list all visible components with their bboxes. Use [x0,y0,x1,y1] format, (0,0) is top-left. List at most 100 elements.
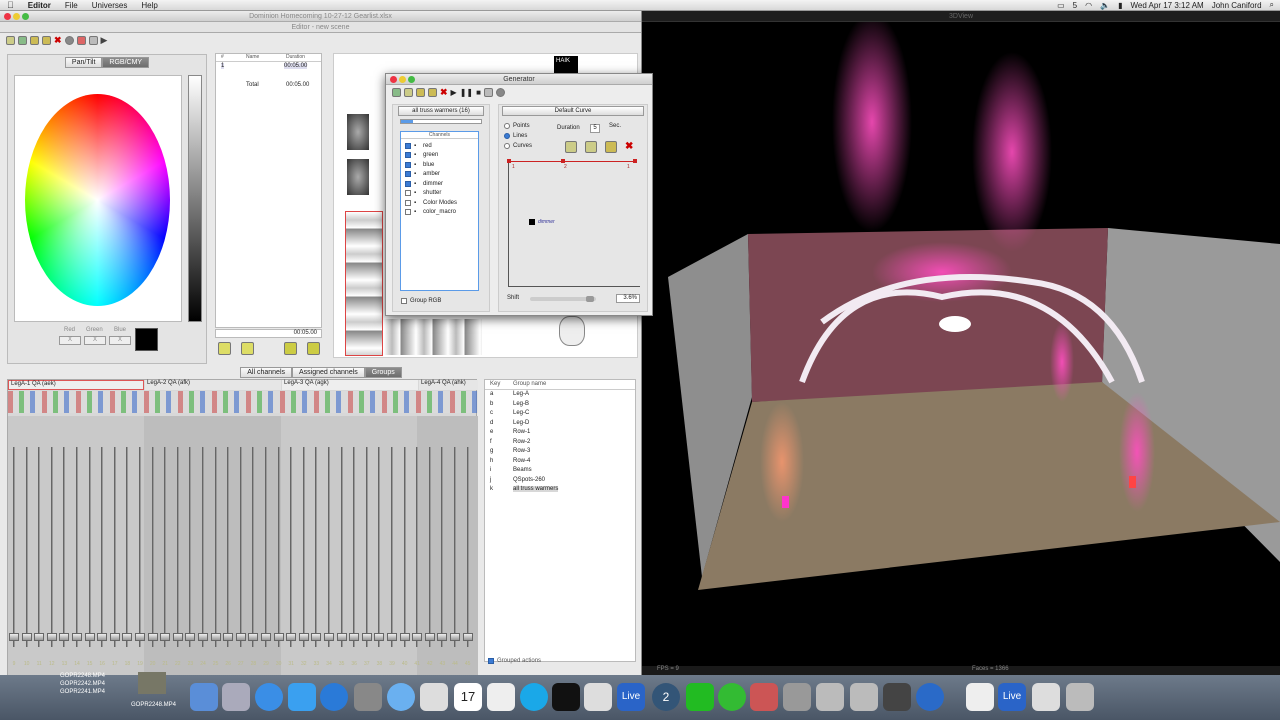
menu-help[interactable]: Help [134,1,164,10]
volume-icon[interactable]: 🔈 [1100,1,1110,10]
paste-icon[interactable] [428,87,437,97]
channel-fader[interactable]: 18 [122,447,133,669]
fader-knob[interactable] [424,633,435,641]
channel-fader[interactable]: 14 [72,447,82,669]
minimize-window-button[interactable] [13,13,20,20]
video-thumbnail[interactable] [138,672,166,694]
group-row[interactable]: b Leg-B [485,399,635,409]
folder-icon[interactable] [1032,683,1060,711]
document-icon[interactable] [966,683,994,711]
channel-fader[interactable]: 34 [324,447,334,669]
file-label[interactable]: GOPR2241.MP4 [60,688,105,696]
moving-head-icon[interactable] [347,114,369,150]
tab-all-channels[interactable]: All channels [240,367,292,378]
group-row[interactable]: h Row-4 [485,456,635,466]
move-down-icon[interactable] [241,342,254,355]
wifi-icon[interactable]: ◠ [1085,1,1092,10]
channel-checkbox[interactable] [405,161,411,168]
fader-knob[interactable] [160,633,171,641]
fader-knob[interactable] [172,633,183,641]
channel-fader[interactable]: 22 [172,447,183,669]
camera-icon[interactable] [783,683,811,711]
led-wash-icon[interactable] [347,159,369,195]
finder-icon[interactable] [190,683,218,711]
channel-row[interactable]: ▪ color_macro [401,208,478,218]
spaces-icon[interactable]: 2 [652,683,680,711]
effects-icon[interactable] [76,35,86,45]
group-row[interactable]: d Leg-D [485,418,635,428]
gear-icon[interactable] [495,87,505,97]
zoom-window-button[interactable] [22,13,29,20]
channel-fader[interactable]: 44 [450,447,460,669]
brightness-slider[interactable] [188,75,202,322]
fader-knob[interactable] [210,633,221,641]
curve-select[interactable]: Default Curve [502,106,644,116]
channel-fader[interactable]: 38 [374,447,385,669]
channel-fader[interactable]: 30 [273,447,284,669]
fader-knob[interactable] [223,633,234,641]
close-window-button[interactable] [390,76,397,83]
contacts-icon[interactable] [420,683,448,711]
channel-fader[interactable]: 32 [298,447,309,669]
channel-fader[interactable]: 40 [399,447,410,669]
fader-knob[interactable] [387,633,397,641]
fader-knob[interactable] [462,633,473,641]
fader-knob[interactable] [235,633,246,641]
menu-app[interactable]: Editor [21,1,58,10]
fader-knob[interactable] [46,633,57,641]
channel-fader[interactable]: 25 [210,447,221,669]
grouped-actions[interactable]: Grouped actions [488,658,541,664]
group-row[interactable]: j QSpots-260 [485,475,635,485]
fader-knob[interactable] [324,633,334,641]
delete-point-icon[interactable]: ✖ [625,141,633,153]
add-point-icon[interactable] [565,141,577,153]
notes-icon[interactable] [487,683,515,711]
paste-icon[interactable] [42,35,51,45]
system-preferences-icon[interactable] [354,683,382,711]
fader-knob[interactable] [450,633,460,641]
edit-icon[interactable] [404,87,413,97]
gear-icon[interactable] [64,35,74,45]
red-field[interactable]: X [59,336,81,345]
tab-rgb-cmy[interactable]: RGB/CMY [102,57,150,68]
group-row[interactable]: g Row-3 [485,447,635,457]
move-up-icon[interactable] [218,342,231,355]
fader-knob[interactable] [361,633,372,641]
lighting-app-icon[interactable] [750,683,778,711]
channel-fader[interactable]: 23 [185,447,196,669]
menu-file[interactable]: File [58,1,85,10]
fader-knob[interactable] [311,633,322,641]
battery-icon[interactable]: ▮ [1118,1,1122,10]
group-row[interactable]: f Row-2 [485,437,635,447]
grid-app-icon[interactable] [552,683,580,711]
mode-points[interactable]: Points [504,121,532,131]
fader-knob[interactable] [298,633,309,641]
safari-icon[interactable] [255,683,283,711]
app-store-icon[interactable] [288,683,316,711]
step-duration[interactable]: 00:05.00 [284,63,308,69]
delete-icon[interactable]: ✖ [54,35,62,46]
fixture-outline-icon[interactable] [559,316,585,346]
skype-icon[interactable] [520,683,548,711]
channel-icons[interactable] [8,391,478,413]
fader-knob[interactable] [248,633,259,641]
channel-fader[interactable]: 43 [437,447,448,669]
tools-icon[interactable] [483,87,493,97]
user-name[interactable]: John Caniford [1212,1,1262,10]
channel-fader[interactable]: 20 [147,447,158,669]
fader-knob[interactable] [412,633,423,641]
fader-knob[interactable] [72,633,82,641]
group-row[interactable]: a Leg-A [485,390,635,400]
color-wheel[interactable] [25,94,170,306]
edit-point-icon[interactable] [585,141,597,153]
fixture-header-1[interactable]: LegA-1 QA (aek) [8,380,144,390]
channel-fader[interactable]: 45 [462,447,473,669]
curve-graph[interactable]: 1 2 1 dimmer [507,159,640,287]
fader-knob[interactable] [59,633,70,641]
fader-knob[interactable] [185,633,196,641]
channel-checkbox[interactable] [405,199,411,206]
step-row[interactable]: 1 00:05.00 [216,63,321,71]
group-row[interactable]: c Leg-C [485,409,635,419]
channel-fader[interactable]: 36 [349,447,360,669]
channel-fader[interactable]: 11 [34,447,45,669]
